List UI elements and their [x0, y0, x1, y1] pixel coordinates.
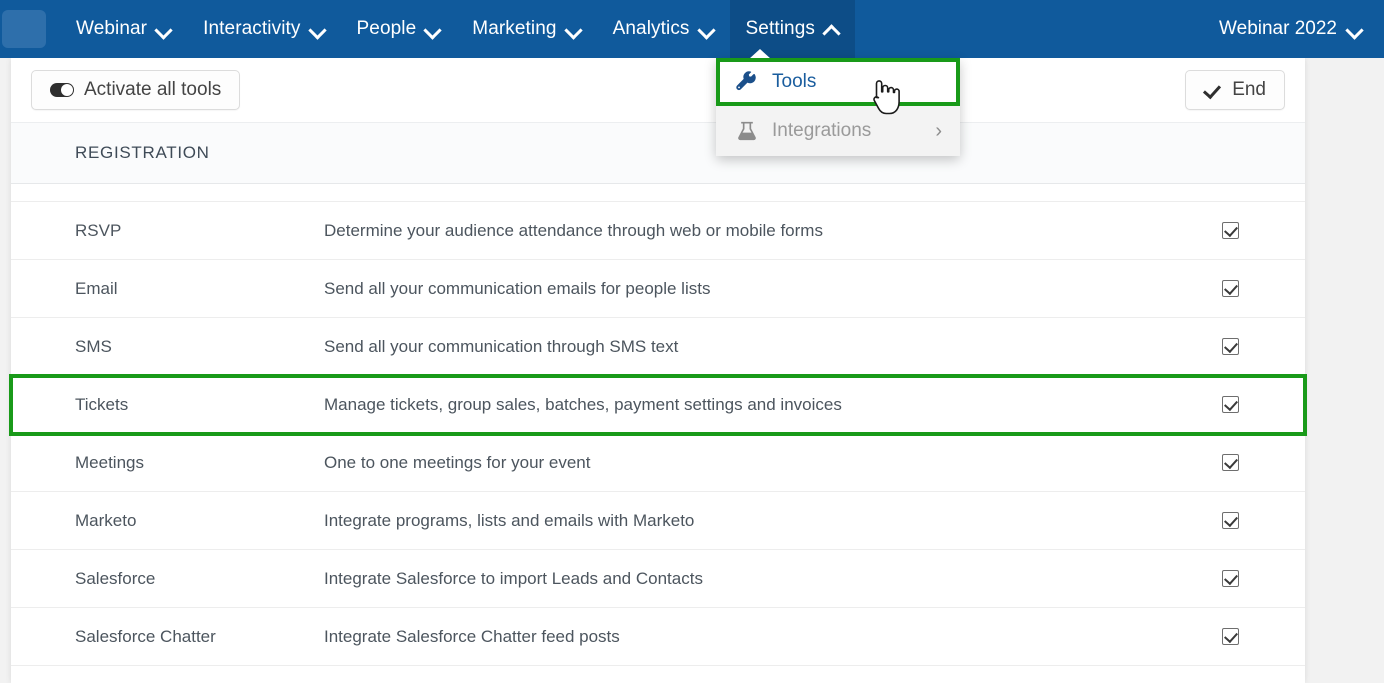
chevron-down-icon — [310, 22, 325, 37]
tool-description: Integrate programs, lists and emails wit… — [324, 510, 695, 530]
tool-name: SMS — [75, 336, 112, 356]
tool-enabled-cell — [1155, 222, 1305, 239]
tool-name: Marketo — [75, 510, 137, 530]
nav-item-label: Interactivity — [203, 18, 301, 39]
tool-description: Manage tickets, group sales, batches, pa… — [324, 394, 842, 414]
nav-item-label: Analytics — [612, 18, 690, 39]
tool-description: Send all your communication through SMS … — [324, 336, 679, 356]
tool-enabled-cell — [1155, 280, 1305, 297]
table-row[interactable]: Tickets Manage tickets, group sales, batc… — [9, 374, 1307, 436]
toolbar: Activate all tools End — [11, 58, 1305, 122]
tool-name: Salesforce — [75, 568, 156, 588]
table-row-partial — [11, 184, 1305, 202]
tool-name: Meetings — [75, 452, 144, 472]
nav-item-label: Webinar — [76, 18, 148, 39]
chevron-up-icon — [824, 22, 839, 37]
nav-item-marketing[interactable]: Marketing — [456, 0, 596, 58]
table-row[interactable]: Salesforce Chatter Integrate Salesforce C… — [11, 608, 1305, 666]
menu-item-integrations-label: Integrations — [772, 120, 872, 141]
nav-item-analytics[interactable]: Analytics — [597, 0, 730, 58]
nav-item-people[interactable]: People — [341, 0, 457, 58]
toggle-switch-icon — [50, 83, 74, 97]
top-navigation-bar: Webinar Interactivity People Marketing Analy… — [0, 0, 1384, 58]
flask-icon — [732, 120, 762, 142]
table-row[interactable]: SMS Send all your communication through S… — [11, 318, 1305, 376]
chevron-down-icon — [699, 22, 714, 37]
end-button[interactable]: End — [1185, 70, 1285, 110]
activate-all-tools-button[interactable]: Activate all tools — [31, 70, 241, 110]
menu-item-tools[interactable]: Tools — [716, 58, 960, 106]
menu-item-tools-label: Tools — [772, 71, 817, 92]
tool-description: Determine your audience attendance throu… — [324, 220, 823, 240]
tool-name: Email — [75, 278, 118, 298]
table-row[interactable]: Marketo Integrate programs, lists and ema… — [11, 492, 1305, 550]
content-panel: Activate all tools End REGISTRATION RSVP… — [9, 58, 1307, 683]
tool-enabled-checkbox[interactable] — [1221, 454, 1239, 471]
app-logo-icon[interactable] — [2, 10, 46, 48]
tool-enabled-checkbox[interactable] — [1221, 338, 1239, 355]
tool-enabled-checkbox[interactable] — [1221, 628, 1239, 645]
tool-description: Integrate Salesforce to import Leads and… — [324, 568, 703, 588]
checkmark-icon — [1204, 81, 1222, 99]
menu-item-integrations[interactable]: Integrations › — [716, 106, 960, 156]
tool-enabled-checkbox[interactable] — [1221, 512, 1239, 529]
end-button-label: End — [1232, 79, 1266, 100]
activate-all-tools-label: Activate all tools — [84, 79, 222, 100]
tool-name: RSVP — [75, 220, 122, 240]
tool-description: Integrate Salesforce Chatter feed posts — [324, 626, 620, 646]
tool-description: One to one meetings for your event — [324, 452, 591, 472]
account-menu[interactable]: Webinar 2022 — [1219, 18, 1384, 40]
tool-enabled-checkbox[interactable] — [1221, 222, 1239, 239]
nav-item-label: Marketing — [472, 18, 557, 39]
nav-item-interactivity[interactable]: Interactivity — [187, 0, 340, 58]
tool-enabled-cell — [1155, 570, 1305, 587]
app-root: Webinar Interactivity People Marketing Analy… — [0, 0, 1384, 683]
section-title: REGISTRATION — [75, 143, 210, 162]
tool-enabled-cell — [1155, 454, 1305, 471]
chevron-down-icon — [566, 22, 581, 37]
tool-enabled-cell — [1155, 396, 1305, 413]
tool-enabled-cell — [1155, 628, 1305, 645]
tool-name: Salesforce Chatter — [75, 626, 216, 646]
table-row[interactable]: Salesforce Integrate Salesforce to import… — [11, 550, 1305, 608]
tool-description: Send all your communication emails for p… — [324, 278, 711, 298]
tool-enabled-checkbox[interactable] — [1221, 570, 1239, 587]
tool-enabled-checkbox[interactable] — [1221, 396, 1239, 413]
chevron-right-icon: › — [935, 120, 942, 142]
chevron-down-icon — [1347, 22, 1362, 37]
tool-enabled-cell — [1155, 338, 1305, 355]
chevron-down-icon — [156, 22, 171, 37]
chevron-down-icon — [425, 22, 440, 37]
tool-name: Tickets — [75, 394, 129, 414]
account-menu-label: Webinar 2022 — [1219, 18, 1337, 39]
table-row[interactable]: Email Send all your communication emails … — [11, 260, 1305, 318]
nav-item-webinar[interactable]: Webinar — [60, 0, 187, 58]
wrench-icon — [732, 71, 762, 93]
table-row[interactable]: RSVP Determine your audience attendance t… — [11, 202, 1305, 260]
nav-item-list: Webinar Interactivity People Marketing Analy… — [60, 0, 855, 58]
table-row[interactable]: Meetings One to one meetings for your eve… — [11, 434, 1305, 492]
section-header-registration: REGISTRATION — [11, 122, 1305, 184]
tools-table: RSVP Determine your audience attendance t… — [9, 184, 1307, 666]
nav-item-label: Settings — [745, 18, 815, 39]
settings-dropdown-menu: Tools Integrations › — [716, 49, 960, 156]
tool-enabled-cell — [1155, 512, 1305, 529]
tool-enabled-checkbox[interactable] — [1221, 280, 1239, 297]
nav-item-label: People — [356, 18, 417, 39]
